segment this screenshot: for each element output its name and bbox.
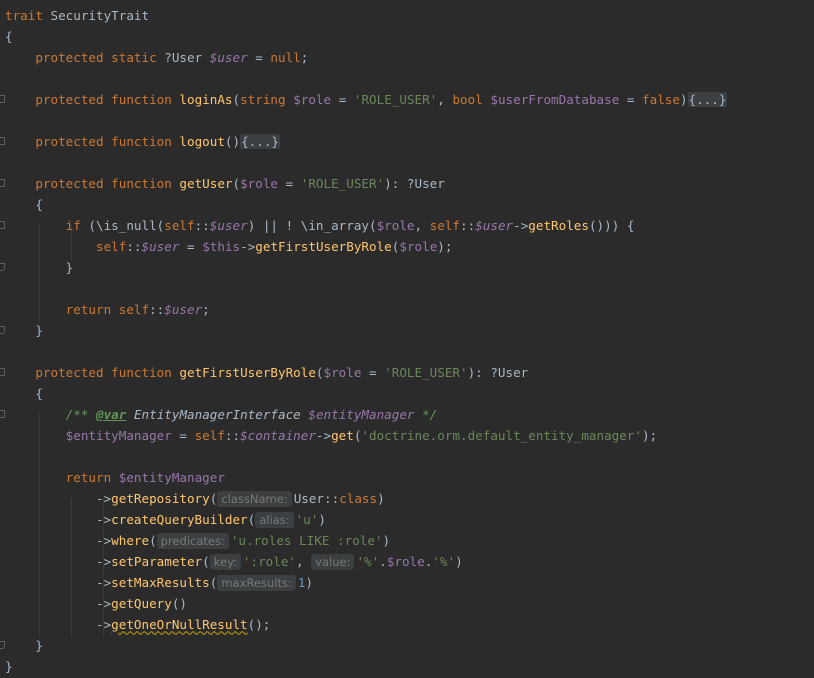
code-editor[interactable]: trait SecurityTrait { protected static ?… (0, 0, 814, 678)
parameter-hint: alias: (255, 512, 294, 528)
parameter-hint: className: (217, 491, 292, 507)
code-line[interactable]: { (5, 194, 43, 215)
parameter-hint: value: (311, 554, 355, 570)
code-line[interactable]: ->getRepository(className: User::class) (5, 488, 385, 509)
parameter-hint: key: (209, 554, 241, 570)
code-line[interactable]: ->setParameter(key: ':role', value: '%'.$r… (5, 551, 463, 572)
code-line[interactable]: ->getQuery() (5, 593, 187, 614)
code-line[interactable]: { (5, 383, 43, 404)
parameter-hint: maxResults: (217, 575, 296, 591)
code-line[interactable]: protected function logout(){...} (5, 131, 281, 152)
code-line[interactable]: if (\is_null(self::$user) || ! \in_array… (5, 215, 635, 236)
code-line[interactable]: $entityManager = self::$container->get('… (5, 425, 657, 446)
folded-region[interactable]: {...} (687, 92, 728, 107)
code-line[interactable]: ->getOneOrNullResult(); (5, 614, 270, 635)
code-line[interactable]: } (5, 257, 74, 278)
code-line[interactable]: ->setMaxResults(maxResults: 1) (5, 572, 313, 593)
code-line[interactable]: protected static ?User $user = null; (5, 47, 308, 68)
parameter-hint: predicates: (156, 533, 229, 549)
code-line[interactable]: self::$user = $this->getFirstUserByRole(… (5, 236, 452, 257)
code-line[interactable]: } (5, 635, 43, 656)
folded-region[interactable]: {...} (240, 134, 281, 149)
code-line[interactable]: ->createQueryBuilder(alias:'u') (5, 509, 326, 530)
code-line[interactable]: } (5, 656, 13, 677)
code-line[interactable]: return self::$user; (5, 299, 210, 320)
code-line[interactable]: trait SecurityTrait (5, 5, 149, 26)
code-line[interactable]: protected function loginAs(string $role … (5, 89, 728, 110)
code-line[interactable]: { (5, 26, 13, 47)
code-line[interactable]: ->where(predicates:'u.roles LIKE :role') (5, 530, 390, 551)
code-line[interactable]: } (5, 320, 43, 341)
code-line[interactable]: /** @var EntityManagerInterface $entityM… (5, 404, 438, 425)
code-line[interactable]: protected function getUser($role = 'ROLE… (5, 173, 445, 194)
code-line[interactable]: return $entityManager (5, 467, 225, 488)
code-line[interactable]: protected function getFirstUserByRole($r… (5, 362, 528, 383)
